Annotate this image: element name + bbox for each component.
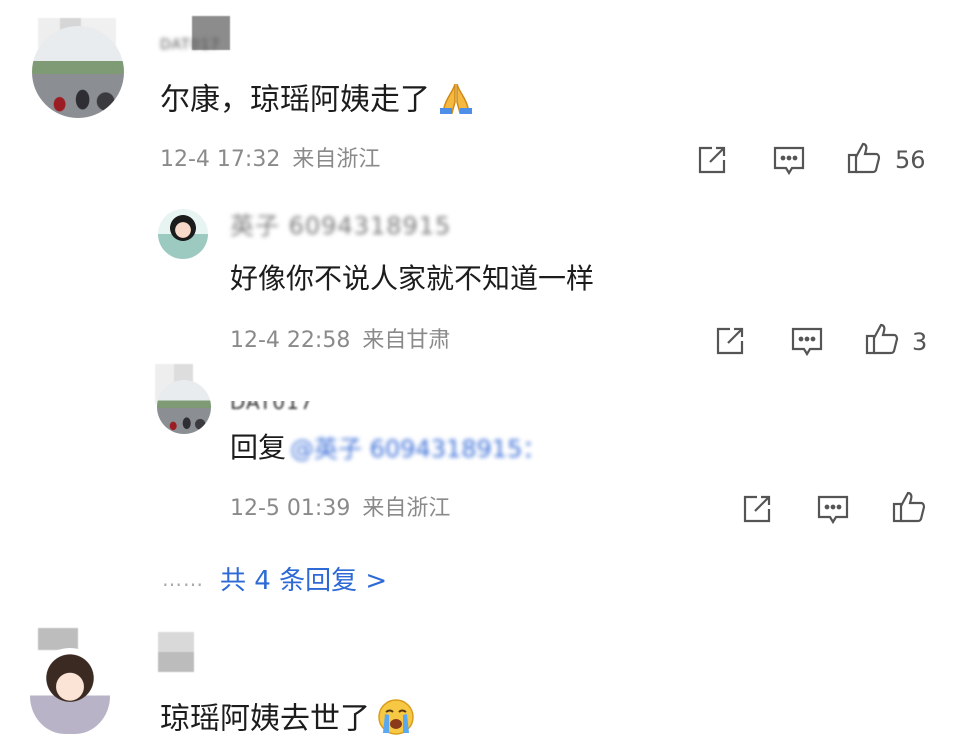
reply-prefix: 回复 [230,431,287,464]
comment-location: 来自浙江 [292,147,381,172]
avatar[interactable] [158,209,208,259]
comment-text: 尔康，琼瑶阿姨走了 [160,80,476,122]
comment-text-body: 琼瑶阿姨去世了 [160,701,370,737]
reply-text: 好像你不说人家就不知道一样 [230,262,595,295]
comment-icon[interactable] [772,144,806,176]
like-count: 56 [895,146,926,174]
like-count: 3 [912,328,928,356]
comment-username[interactable]: DAT017 [160,38,220,52]
comment-meta: 12-4 17:32 来自浙江 [160,149,380,171]
reply-username[interactable]: DAT017 [230,401,314,412]
comment-text: 琼瑶阿姨去世了 [160,697,416,743]
comment-icon[interactable] [816,493,850,525]
like-icon[interactable] [846,141,882,175]
avatar[interactable] [30,648,110,734]
reply-meta: 12-4 22:58 来自甘肃 [230,330,450,352]
like-icon[interactable] [891,490,927,524]
reply-location: 来自甘肃 [362,328,451,353]
reply-date: 12-4 22:58 [230,328,351,353]
reply-username[interactable]: 英子 6094318915 [230,214,451,238]
more-replies-dots: …… [162,566,204,591]
avatar[interactable] [157,380,211,434]
mention-link[interactable]: @英子 6094318915： [290,435,546,463]
more-replies-link[interactable]: …… 共 4 条回复 > [162,560,387,597]
avatar[interactable] [32,26,124,118]
share-icon[interactable] [696,144,728,176]
share-icon[interactable] [714,325,746,357]
folded-hands-icon [436,80,476,122]
reply-meta: 12-5 01:39 来自浙江 [230,498,450,520]
more-replies-label[interactable]: 共 4 条回复 > [220,560,387,597]
comment-icon[interactable] [790,325,824,357]
reply-text: 回复 @英子 6094318915： [230,434,546,462]
comment-date: 12-4 17:32 [160,147,281,172]
loudly-crying-face-icon [376,697,416,743]
comment-text-body: 尔康，琼瑶阿姨走了 [160,82,430,118]
username-mosaic [158,632,194,672]
reply-date: 12-5 01:39 [230,496,351,521]
reply-location: 来自浙江 [362,496,451,521]
avatar-mosaic [38,628,78,650]
like-icon[interactable] [864,322,900,356]
share-icon[interactable] [741,493,773,525]
